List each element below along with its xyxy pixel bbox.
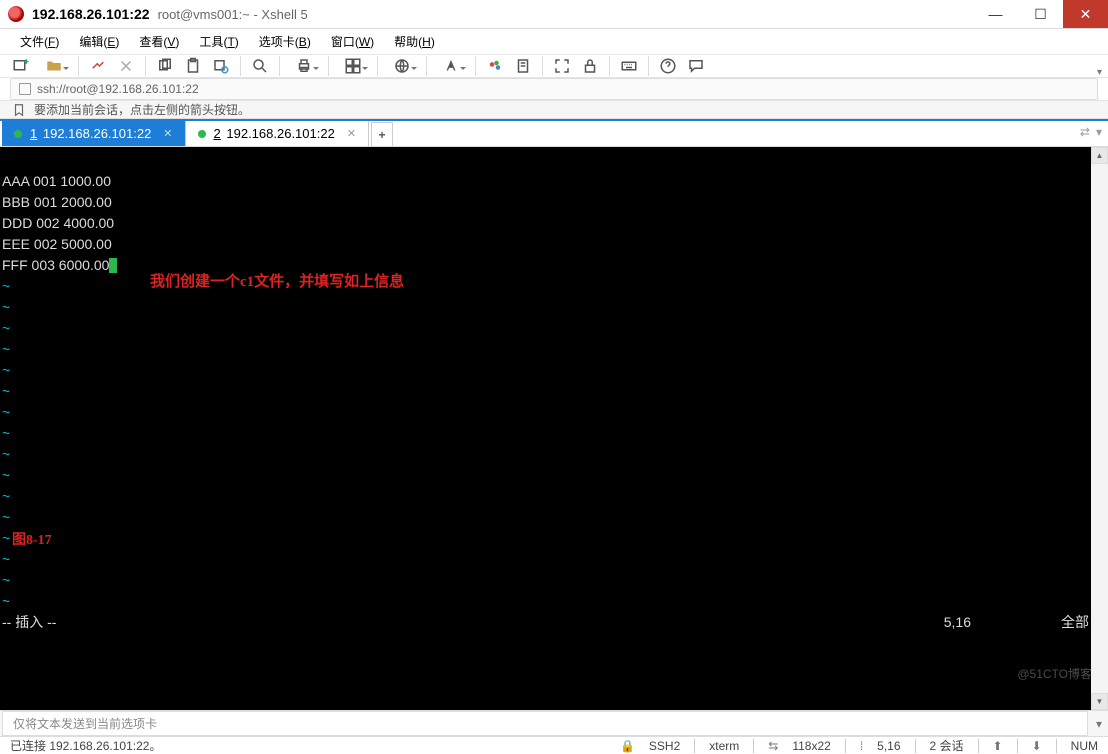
- new-session-icon[interactable]: [10, 55, 32, 77]
- vim-tilde: ~: [2, 467, 10, 483]
- print-icon[interactable]: [288, 55, 320, 77]
- bookmark-icon[interactable]: [12, 103, 26, 117]
- menu-window[interactable]: 窗口(W): [323, 29, 382, 54]
- terminal-area: AAA 001 1000.00 BBB 001 2000.00 DDD 002 …: [0, 147, 1108, 710]
- feedback-icon[interactable]: [685, 55, 707, 77]
- app-icon: [8, 6, 24, 22]
- menu-tabs[interactable]: 选项卡(B): [251, 29, 319, 54]
- keyboard-icon[interactable]: [618, 55, 640, 77]
- encoding-icon[interactable]: [386, 55, 418, 77]
- session-type-icon: [19, 83, 31, 95]
- search-icon[interactable]: [249, 55, 271, 77]
- cursor-pos-label: 5,16: [877, 739, 900, 753]
- watermark-text: @51CTO博客: [1017, 665, 1092, 682]
- menu-file[interactable]: 文件(F): [12, 29, 67, 54]
- paste-icon[interactable]: [182, 55, 204, 77]
- scroll-indicator: ⬇: [1032, 739, 1042, 753]
- address-text: ssh://root@192.168.26.101:22: [37, 82, 199, 96]
- send-target-dropdown[interactable]: ▾: [1090, 717, 1108, 731]
- vim-tilde: ~: [2, 299, 10, 315]
- hint-bar: 要添加当前会话，点击左侧的箭头按钮。: [0, 101, 1108, 119]
- script-icon[interactable]: [512, 55, 534, 77]
- scroll-track[interactable]: [1091, 164, 1108, 693]
- address-bar: ssh://root@192.168.26.101:22: [0, 78, 1108, 101]
- connection-status: 已连接 192.168.26.101:22。: [10, 737, 161, 754]
- menu-view[interactable]: 查看(V): [131, 29, 187, 54]
- color-scheme-icon[interactable]: [484, 55, 506, 77]
- open-session-icon[interactable]: [38, 55, 70, 77]
- vim-tilde: ~: [2, 446, 10, 462]
- close-tab-icon[interactable]: ✕: [163, 127, 172, 140]
- session-count-label: 2 会话: [930, 737, 964, 754]
- status-dot-icon: [14, 130, 22, 138]
- help-icon[interactable]: [657, 55, 679, 77]
- vim-tilde: ~: [2, 593, 10, 609]
- term-type-label: xterm: [709, 739, 739, 753]
- cursor-icon: [109, 258, 117, 273]
- vim-tilde: ~: [2, 551, 10, 567]
- toolbar-overflow-icon[interactable]: ▾: [1097, 67, 1102, 78]
- vim-tilde: ~: [2, 320, 10, 336]
- scroll-down-icon[interactable]: ▼: [1091, 693, 1108, 710]
- title-subtitle: root@vms001:~ - Xshell 5: [158, 7, 308, 22]
- vim-tilde: ~: [2, 341, 10, 357]
- vim-tilde: ~: [2, 530, 10, 546]
- tab-menu-icon[interactable]: ▾: [1096, 125, 1102, 139]
- address-input[interactable]: ssh://root@192.168.26.101:22: [10, 78, 1098, 100]
- fullscreen-icon[interactable]: [551, 55, 573, 77]
- status-bar: 已连接 192.168.26.101:22。 🔒 SSH2 xterm ⇆118…: [0, 736, 1108, 754]
- terminal[interactable]: AAA 001 1000.00 BBB 001 2000.00 DDD 002 …: [0, 147, 1091, 710]
- properties-icon[interactable]: [210, 55, 232, 77]
- tab-nav-icon[interactable]: ⇄: [1080, 125, 1090, 139]
- vim-tilde: ~: [2, 488, 10, 504]
- term-line: DDD 002 4000.00: [2, 215, 114, 231]
- session-tab-2[interactable]: 2 192.168.26.101:22 ✕: [186, 121, 370, 146]
- hint-text: 要添加当前会话，点击左侧的箭头按钮。: [34, 101, 250, 118]
- vim-tilde: ~: [2, 278, 10, 294]
- copy-icon[interactable]: [154, 55, 176, 77]
- send-input[interactable]: 仅将文本发送到当前选项卡: [2, 711, 1088, 736]
- annotation-text: 我们创建一个c1文件，并填写如上信息: [150, 273, 404, 292]
- send-bar: 仅将文本发送到当前选项卡 ▾: [0, 710, 1108, 736]
- status-dot-icon: [198, 130, 206, 138]
- term-line: BBB 001 2000.00: [2, 194, 112, 210]
- menu-edit[interactable]: 编辑(E): [71, 29, 127, 54]
- menu-bar: 文件(F) 编辑(E) 查看(V) 工具(T) 选项卡(B) 窗口(W) 帮助(…: [0, 29, 1108, 55]
- vim-tilde: ~: [2, 425, 10, 441]
- minimize-button[interactable]: —: [973, 0, 1018, 28]
- vim-tilde: ~: [2, 383, 10, 399]
- title-host: 192.168.26.101:22: [32, 6, 150, 22]
- menu-tools[interactable]: 工具(T): [191, 29, 246, 54]
- vim-status-line: -- 插入 --5,16全部: [2, 613, 1089, 632]
- scroll-up-icon[interactable]: ▲: [1091, 147, 1108, 164]
- figure-label: 图8-17: [12, 531, 52, 550]
- num-indicator: NUM: [1071, 739, 1098, 753]
- font-icon[interactable]: [435, 55, 467, 77]
- vim-tilde: ~: [2, 572, 10, 588]
- vim-tilde: ~: [2, 404, 10, 420]
- session-tabstrip: 1 192.168.26.101:22 ✕ 2 192.168.26.101:2…: [0, 119, 1108, 147]
- vim-tilde: ~: [2, 509, 10, 525]
- close-button[interactable]: ✕: [1063, 0, 1108, 28]
- vim-tilde: ~: [2, 362, 10, 378]
- term-size-label: 118x22: [792, 739, 830, 753]
- menu-help[interactable]: 帮助(H): [386, 29, 443, 54]
- scrollbar[interactable]: ▲ ▼: [1091, 147, 1108, 710]
- term-line: EEE 002 5000.00: [2, 236, 112, 252]
- lock-icon[interactable]: [579, 55, 601, 77]
- layout-icon[interactable]: [337, 55, 369, 77]
- maximize-button[interactable]: ☐: [1018, 0, 1063, 28]
- term-line: AAA 001 1000.00: [2, 173, 111, 189]
- caps-indicator: ⬆: [993, 739, 1003, 753]
- title-bar: 192.168.26.101:22 root@vms001:~ - Xshell…: [0, 0, 1108, 29]
- toolbar: ▾: [0, 55, 1108, 78]
- close-tab-icon[interactable]: ✕: [347, 127, 356, 140]
- reconnect-icon[interactable]: [87, 55, 109, 77]
- protocol-label: SSH2: [649, 739, 680, 753]
- session-tab-1[interactable]: 1 192.168.26.101:22 ✕: [2, 121, 186, 146]
- term-line: FFF 003 6000.00: [2, 257, 117, 273]
- lock-icon: 🔒: [620, 739, 635, 753]
- disconnect-icon[interactable]: [115, 55, 137, 77]
- add-tab-button[interactable]: +: [371, 122, 393, 146]
